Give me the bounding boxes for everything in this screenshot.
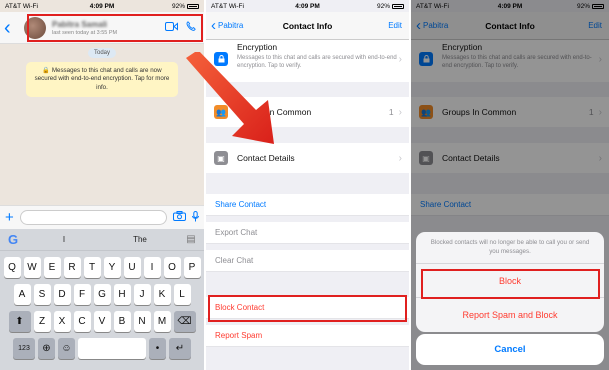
suggestion-1[interactable]: I [26,235,102,244]
key-d[interactable]: D [53,284,71,305]
key-row-4: 123 ⊕ ☺ • ↵ [0,338,204,359]
status-bar: AT&T Wi-Fi 4:09 PM 92% [0,0,204,12]
key-s[interactable]: S [33,284,51,305]
share-contact-button[interactable]: Share Contact [206,194,409,216]
export-chat-button[interactable]: Export Chat [206,222,409,244]
emoji-key-icon[interactable]: ☺ [58,338,75,359]
key-h[interactable]: H [113,284,131,305]
google-g-icon[interactable]: G [0,232,26,247]
message-input-bar: + [0,205,204,229]
key-n[interactable]: N [133,311,151,332]
attach-plus-icon[interactable]: + [5,209,14,226]
chevron-right-icon: › [398,54,402,65]
keyboard: G I The ▤ Q W E R T Y U I O P A S D F G … [0,229,204,370]
contact-card-icon: ▣ [214,151,228,165]
key-c[interactable]: C [73,311,91,332]
groups-count: 1 [388,107,394,117]
suggestion-2[interactable]: The [102,235,178,244]
battery-label: 92% [376,2,390,10]
globe-key-icon[interactable]: ⊕ [38,338,55,359]
encryption-notice[interactable]: 🔒 Messages to this chat and calls are no… [26,62,178,98]
edit-button[interactable]: Edit [349,21,409,30]
back-button[interactable]: ‹ Pabitra [206,18,266,33]
battery-indicator: 92% [340,3,404,10]
key-u[interactable]: U [123,257,141,278]
key-t[interactable]: T [83,257,101,278]
key-y[interactable]: Y [103,257,121,278]
battery-icon [391,3,404,9]
contact-details-label: Contact Details [237,153,295,163]
chat-screen: AT&T Wi-Fi 4:09 PM 92% ‹ Pabitra Samali … [0,0,204,370]
key-b[interactable]: B [113,311,131,332]
numbers-key[interactable]: 123 [13,338,35,359]
battery-label: 92% [172,2,186,10]
message-input[interactable] [19,210,167,225]
key-q[interactable]: Q [3,257,21,278]
key-v[interactable]: V [93,311,111,332]
key-a[interactable]: A [13,284,31,305]
report-spam-button[interactable]: Report Spam [206,325,409,347]
time-label: 4:09 PM [295,2,320,10]
key-row-2: A S D F G H J K L [0,284,204,305]
camera-icon[interactable] [173,211,186,224]
backspace-key-icon[interactable]: ⌫ [173,311,196,332]
key-w[interactable]: W [23,257,41,278]
key-i[interactable]: I [143,257,161,278]
clear-chat-button[interactable]: Clear Chat [206,250,409,272]
block-highlight [421,269,600,299]
block-confirm-screen: AT&T Wi-Fi 4:09 PM 92% ‹ Pabitra Contact … [411,0,609,370]
carrier-label: AT&T Wi-Fi [211,2,244,10]
key-e[interactable]: E [43,257,61,278]
key-l[interactable]: L [173,284,191,305]
status-bar: AT&T Wi-Fi 4:09 PM 92% [206,0,409,12]
action-sheet-message: Blocked contacts will no longer be able … [416,232,604,265]
day-divider: Today [87,48,117,58]
key-g[interactable]: G [93,284,111,305]
key-m[interactable]: M [153,311,171,332]
microphone-icon[interactable] [192,210,199,225]
chevron-right-icon: › [398,152,402,164]
red-arrow-icon [186,52,274,144]
time-label: 4:09 PM [89,2,115,10]
return-key-icon[interactable]: ↵ [169,338,191,359]
key-row-3: ⬆ Z X C V B N M ⌫ [0,311,204,332]
header-highlight [27,14,203,42]
block-contact-highlight [208,295,407,322]
key-f[interactable]: F [73,284,91,305]
battery-indicator: 92% [134,2,200,10]
key-r[interactable]: R [63,257,81,278]
chevron-right-icon: › [398,106,402,118]
key-o[interactable]: O [163,257,181,278]
back-chevron-icon[interactable]: ‹ [4,18,18,38]
carrier-label: AT&T Wi-Fi [5,2,38,10]
report-spam-and-block-button[interactable]: Report Spam and Block [416,298,604,332]
cancel-button[interactable]: Cancel [416,334,604,365]
key-x[interactable]: X [53,311,71,332]
key-p[interactable]: P [183,257,201,278]
key-z[interactable]: Z [33,311,51,332]
nav-bar: ‹ Pabitra Contact Info Edit [206,12,409,40]
key-j[interactable]: J [133,284,151,305]
key-row-1: Q W E R T Y U I O P [0,257,204,278]
dictation-key-icon[interactable]: • [149,338,166,359]
page-title: Contact Info [282,20,333,31]
sticker-icon[interactable]: ▤ [178,234,204,245]
back-chevron-icon: ‹ [211,17,216,34]
space-key[interactable] [78,338,146,359]
key-k[interactable]: K [153,284,171,305]
battery-icon [187,3,200,9]
back-label: Pabitra [218,21,244,30]
encryption-title: Encryption [237,42,278,52]
suggestion-bar: G I The ▤ [0,229,204,251]
shift-key-icon[interactable]: ⬆ [8,311,31,332]
